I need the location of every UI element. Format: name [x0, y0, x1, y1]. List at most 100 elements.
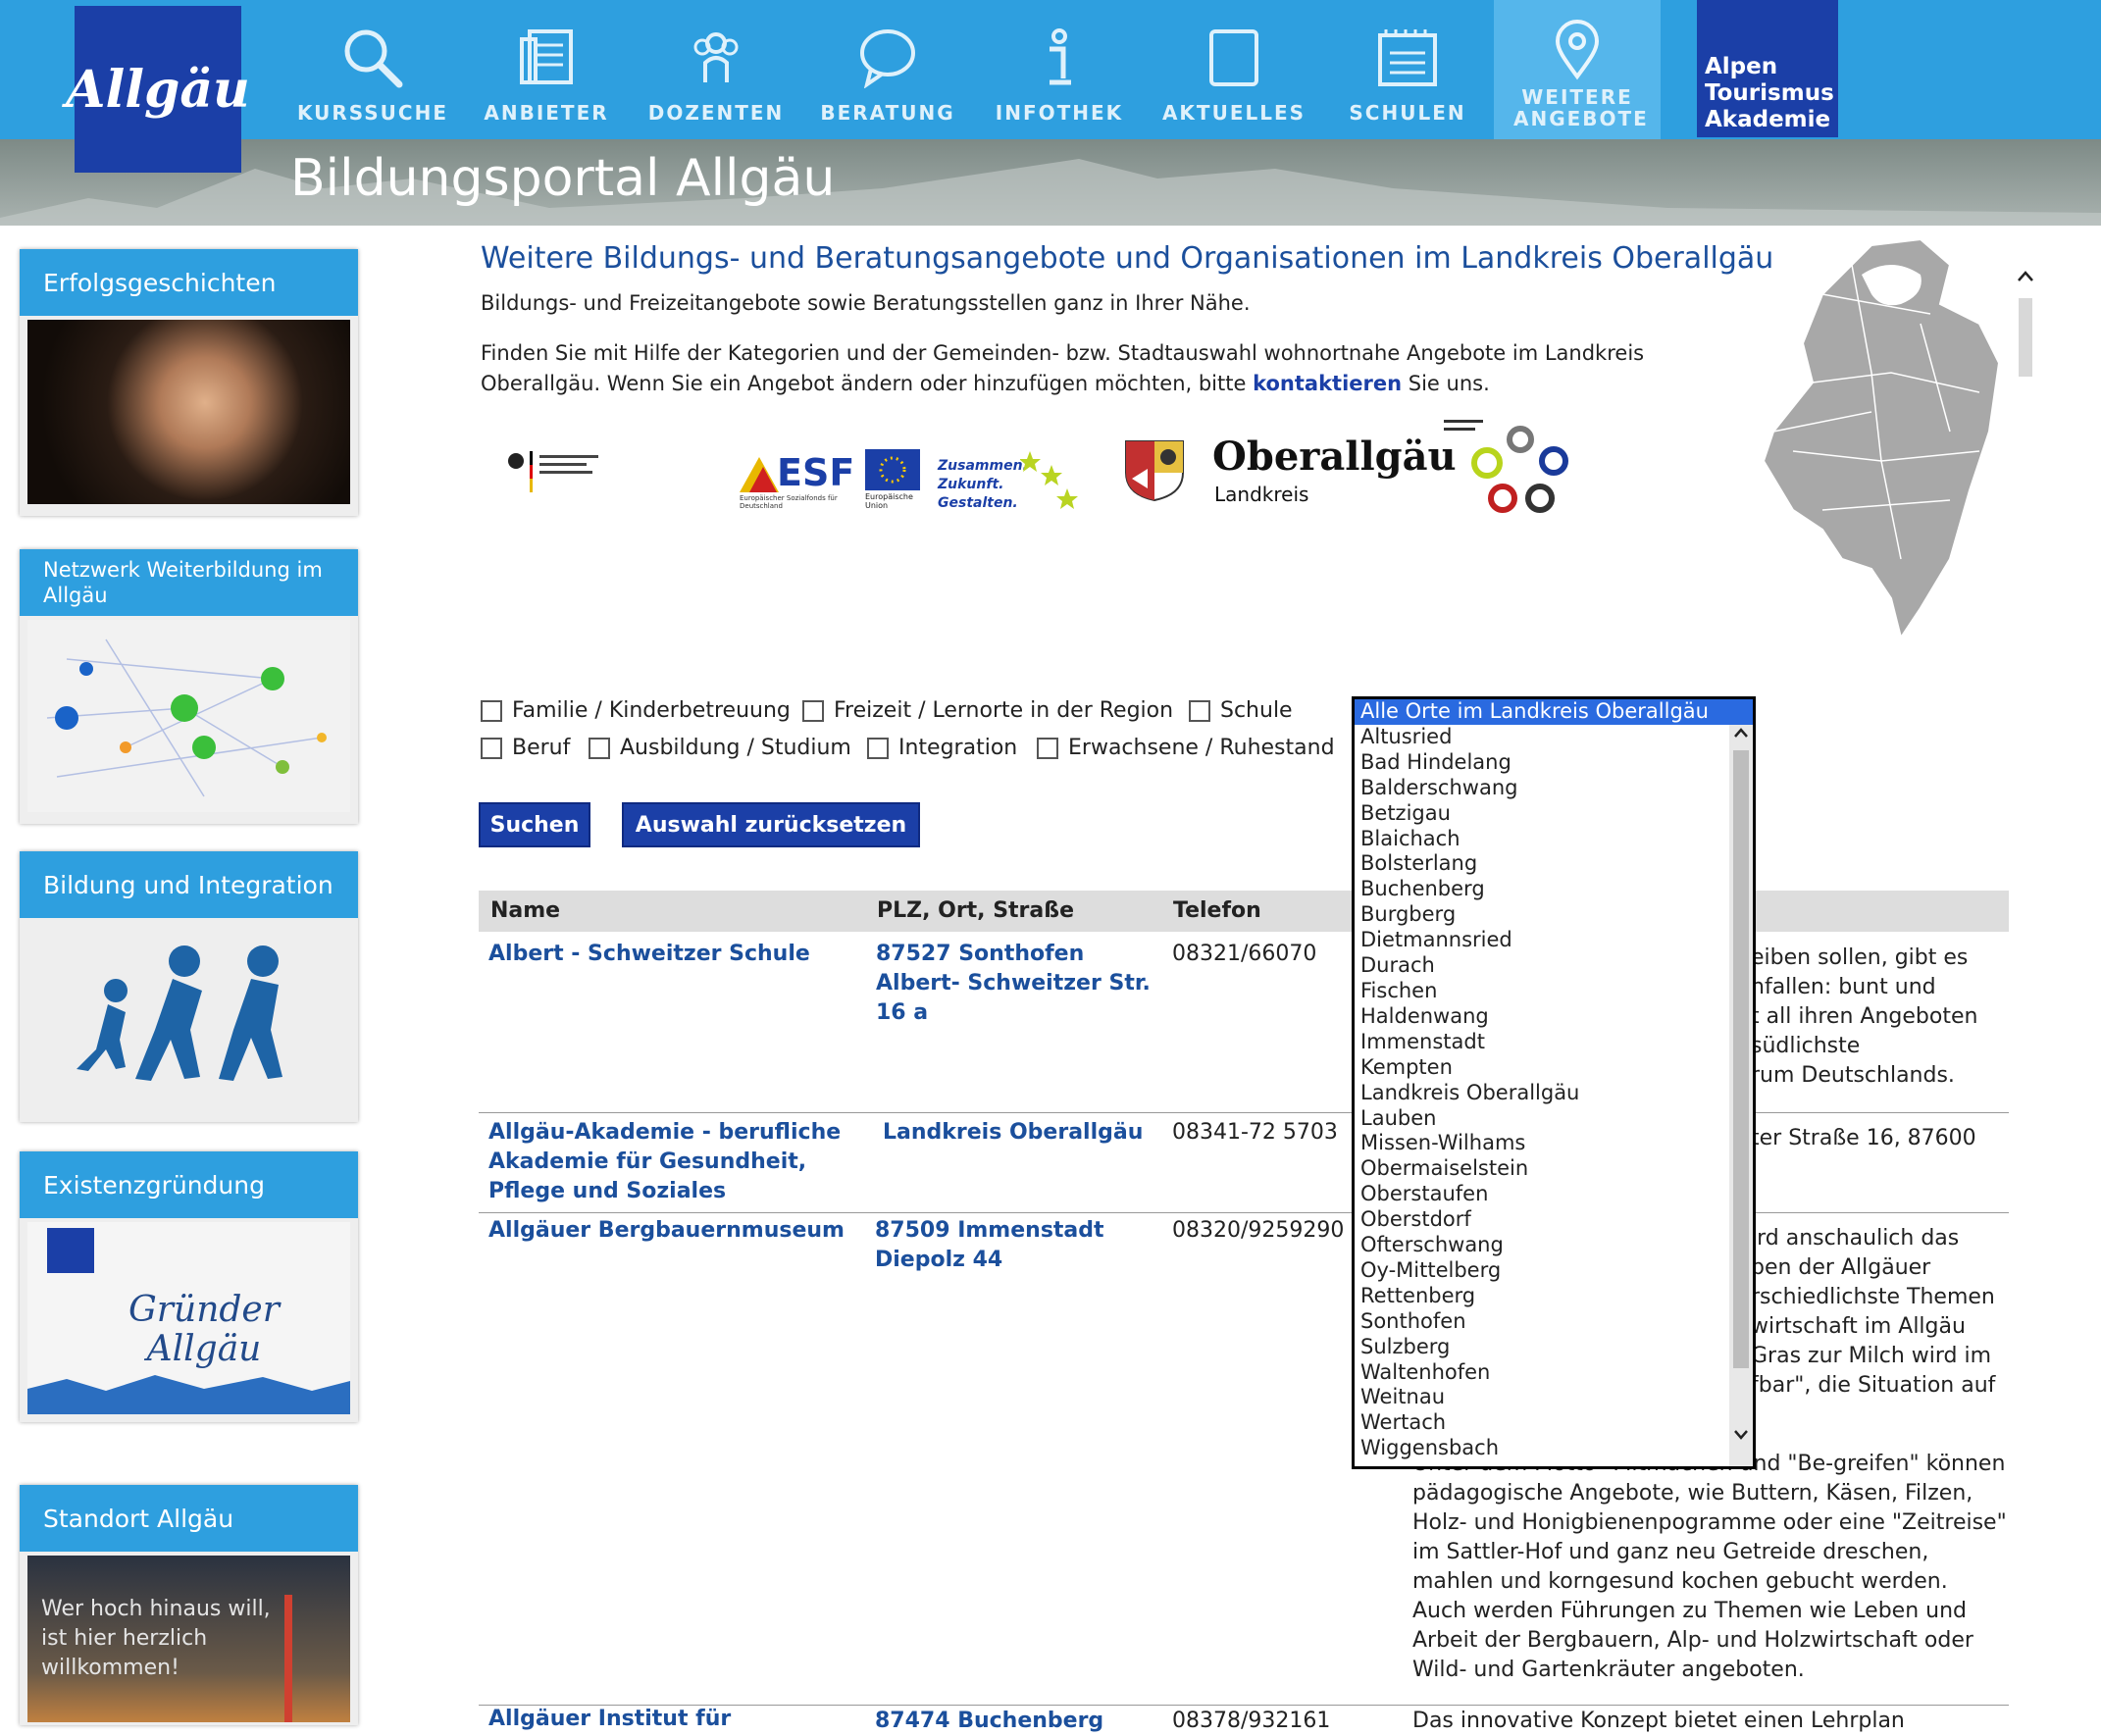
table-row-address: 87474 Buchenberg [875, 1709, 1104, 1733]
sidebar-bildung-integration[interactable]: Bildung und Integration [20, 851, 358, 1122]
chevron-up-icon[interactable] [1732, 725, 1750, 742]
checkbox-label: Erwachsene / Ruhestand [1068, 736, 1335, 760]
checkbox[interactable] [481, 699, 502, 722]
bmbf-logo [502, 426, 628, 514]
select-option[interactable]: Wiggensbach [1355, 1436, 1753, 1461]
description-line: eiben sollen, gibt es [1751, 945, 1969, 970]
filter-familie[interactable]: Familie / Kinderbetreuung [481, 698, 791, 723]
filter-freizeit[interactable]: Freizeit / Lernorte in der Region [802, 698, 1173, 723]
table-row-phone: 08341-72 5703 [1172, 1120, 1338, 1145]
nav-label: KURSSUCHE [296, 101, 448, 125]
select-option[interactable]: Lauben [1355, 1106, 1753, 1132]
filter-schule[interactable]: Schule [1189, 698, 1293, 723]
nav-anbieter[interactable]: ANBIETER [463, 0, 630, 139]
checkbox[interactable] [481, 737, 502, 759]
checkbox[interactable] [589, 737, 610, 759]
table-row-name[interactable]: Albert - Schweitzer Schule [488, 940, 810, 969]
select-option[interactable]: Waltenhofen [1355, 1360, 1753, 1386]
nav-aktuelles[interactable]: AKTUELLES [1151, 0, 1317, 139]
sidebar-erfolgsgeschichten[interactable]: Erfolgsgeschichten [20, 249, 358, 516]
chevron-up-icon[interactable] [2017, 269, 2034, 287]
description-line: t all ihren Angeboten [1751, 1004, 1978, 1029]
select-option[interactable]: Sonthofen [1355, 1309, 1753, 1335]
select-option[interactable]: Burgberg [1355, 902, 1753, 928]
select-option[interactable]: Blaichach [1355, 827, 1753, 852]
column-header-name: Name [490, 898, 561, 923]
nav-dozenten[interactable]: DOZENTEN [633, 0, 799, 139]
select-option[interactable]: Altusried [1355, 725, 1753, 750]
sidebar-netzwerk-weiterbildung[interactable]: Netzwerk Weiterbildung im Allgäu [20, 549, 358, 824]
select-option[interactable]: Oy-Mittelberg [1355, 1258, 1753, 1284]
place-select-list[interactable]: Alle Orte im Landkreis Oberallgäu Altusr… [1352, 696, 1756, 1469]
scrollbar-thumb[interactable] [2019, 298, 2032, 377]
location-pin-icon [1553, 18, 1602, 82]
select-option[interactable]: Sulzberg [1355, 1335, 1753, 1360]
nav-weitere-angebote[interactable]: WEITERE ANGEBOTE [1494, 0, 1661, 139]
select-option[interactable]: Ofterschwang [1355, 1233, 1753, 1258]
nav-beratung[interactable]: BERATUNG [804, 0, 971, 139]
allgaeu-mini-logo [47, 1228, 94, 1273]
select-option[interactable]: Kempten [1355, 1055, 1753, 1081]
select-option[interactable]: Bad Hindelang [1355, 750, 1753, 776]
table-row-name[interactable]: Allgäu-Akademie - berufliche Akademie fü… [488, 1118, 841, 1206]
zusammen-line: Gestalten. [938, 495, 1018, 511]
region-map[interactable] [1754, 235, 2011, 641]
table-row-phone: 08378/932161 [1172, 1709, 1331, 1733]
select-option[interactable]: Buchenberg [1355, 877, 1753, 902]
table-row-name[interactable]: Allgäuer Bergbauernmuseum [488, 1216, 845, 1246]
select-option[interactable]: Haldenwang [1355, 1004, 1753, 1030]
select-option[interactable]: Oberstdorf [1355, 1207, 1753, 1233]
checkbox[interactable] [1037, 737, 1058, 759]
select-option-selected[interactable]: Alle Orte im Landkreis Oberallgäu [1355, 699, 1753, 725]
reset-button[interactable]: Auswahl zurücksetzen [622, 802, 920, 847]
select-option[interactable]: Weitnau [1355, 1385, 1753, 1410]
filter-beruf[interactable]: Beruf [481, 736, 570, 760]
checkbox[interactable] [1189, 699, 1210, 722]
description-line: ird anschaulich das [1751, 1226, 1960, 1251]
checkbox[interactable] [867, 737, 889, 759]
kontaktieren-link[interactable]: kontaktieren [1253, 372, 1402, 395]
nav-kurssuche[interactable]: KURSSUCHE [289, 0, 456, 139]
nav-label: INFOTHEK [995, 101, 1124, 125]
select-option[interactable]: Fischen [1355, 979, 1753, 1004]
sidebar-existenzgruendung[interactable]: Existenzgründung Gründer Allgäu [20, 1151, 358, 1422]
alpen-tourismus-akademie-link[interactable]: Alpen Tourismus Akademie [1697, 0, 1838, 137]
row-divider [479, 1212, 2009, 1213]
select-option[interactable]: Obermaiselstein [1355, 1156, 1753, 1182]
description-line: rum Deutschlands. [1751, 1063, 1955, 1088]
select-option[interactable]: Landkreis Oberallgäu [1355, 1081, 1753, 1106]
name-line: Allgäu-Akademie - berufliche [488, 1120, 842, 1145]
select-option[interactable]: Wertach [1355, 1410, 1753, 1436]
description-line: Arbeit der Bergbauern, Alp- und Holzwirt… [1412, 1628, 1973, 1653]
address-line: Diepolz 44 [875, 1248, 1003, 1272]
checkbox[interactable] [802, 699, 824, 722]
select-option[interactable]: Oberstaufen [1355, 1182, 1753, 1207]
filter-integration[interactable]: Integration [867, 736, 1017, 760]
select-option[interactable]: Durach [1355, 953, 1753, 979]
table-row-address: 87509 Immenstadt Diepolz 44 [875, 1216, 1104, 1275]
nav-schulen[interactable]: SCHULEN [1324, 0, 1491, 139]
select-option[interactable]: Missen-Wilhams [1355, 1131, 1753, 1156]
esf-subtitle: Europäischer Sozialfonds für Deutschland [740, 494, 838, 510]
scrollbar-thumb[interactable] [1733, 750, 1749, 1368]
sidebar-standort-allgaeu[interactable]: Standort Allgäu Wer hoch hinaus will, is… [20, 1485, 358, 1725]
allgaeu-logo[interactable]: Allgäu [66, 6, 250, 173]
table-row-name[interactable]: Allgäuer Institut für [488, 1705, 731, 1734]
chevron-down-icon[interactable] [1732, 1425, 1750, 1443]
select-scrollbar[interactable] [1729, 725, 1753, 1466]
nav-infothek[interactable]: INFOTHEK [976, 0, 1143, 139]
table-row-description: ter Straße 16, 87600 [1751, 1126, 1976, 1150]
filter-erwachsene[interactable]: Erwachsene / Ruhestand [1037, 736, 1335, 760]
select-option[interactable]: Betzigau [1355, 801, 1753, 827]
search-button[interactable]: Suchen [479, 802, 590, 847]
description-line: fbar", die Situation auf [1751, 1373, 1996, 1398]
filter-ausbildung[interactable]: Ausbildung / Studium [589, 736, 851, 760]
sidebar-box-title: Bildung und Integration [20, 851, 358, 918]
select-option[interactable]: Immenstadt [1355, 1030, 1753, 1055]
select-option[interactable]: Bolsterlang [1355, 851, 1753, 877]
info-icon [1035, 24, 1084, 92]
select-option[interactable]: Balderschwang [1355, 776, 1753, 801]
select-option[interactable]: Dietmannsried [1355, 928, 1753, 953]
page-scrollbar[interactable] [2013, 241, 2038, 379]
select-option[interactable]: Rettenberg [1355, 1284, 1753, 1309]
